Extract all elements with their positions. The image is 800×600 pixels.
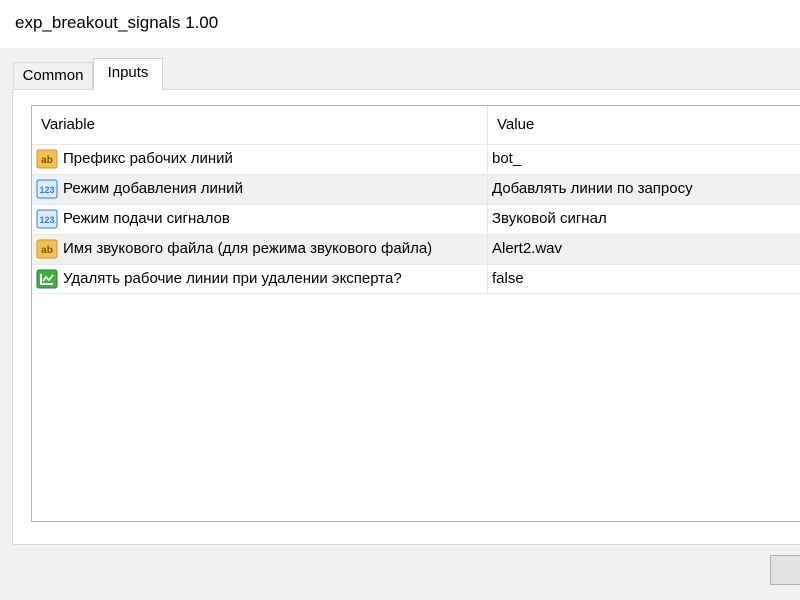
table-row[interactable]: Удалять рабочие линии при удалении экспе… bbox=[32, 264, 800, 294]
variable-cell: Удалять рабочие линии при удалении экспе… bbox=[32, 265, 487, 294]
table-row[interactable]: ab Имя звукового файла (для режима звуко… bbox=[32, 234, 800, 264]
column-header-value[interactable]: Value bbox=[487, 106, 800, 144]
table-row[interactable]: 123 Режим добавления линий Добавлять лин… bbox=[32, 174, 800, 204]
grid-header: Variable Value bbox=[32, 106, 800, 144]
inputs-grid: Variable Value ab Префикс рабочих линий … bbox=[31, 105, 800, 522]
variable-cell: ab Имя звукового файла (для режима звуко… bbox=[32, 235, 487, 264]
variable-cell: 123 Режим подачи сигналов bbox=[32, 205, 487, 234]
enum-type-icon: 123 bbox=[36, 179, 58, 199]
table-row[interactable]: 123 Режим подачи сигналов Звуковой сигна… bbox=[32, 204, 800, 234]
variable-name: Имя звукового файла (для режима звуковог… bbox=[63, 240, 433, 257]
value-cell[interactable]: bot_ bbox=[487, 145, 800, 174]
value-cell[interactable]: Alert2.wav bbox=[487, 235, 800, 264]
enum-type-icon: 123 bbox=[36, 209, 58, 229]
tab-common[interactable]: Common bbox=[13, 62, 93, 88]
dialog-button[interactable] bbox=[770, 555, 800, 585]
variable-cell: ab Префикс рабочих линий bbox=[32, 145, 487, 174]
variable-name: Режим добавления линий bbox=[63, 180, 243, 197]
variable-name: Режим подачи сигналов bbox=[63, 210, 230, 227]
title-bar: exp_breakout_signals 1.00 bbox=[0, 0, 800, 48]
svg-text:123: 123 bbox=[39, 185, 54, 195]
window-title: exp_breakout_signals 1.00 bbox=[15, 13, 219, 32]
value-cell[interactable]: Звуковой сигнал bbox=[487, 205, 800, 234]
svg-text:ab: ab bbox=[41, 245, 53, 256]
string-type-icon: ab bbox=[36, 239, 58, 259]
svg-text:123: 123 bbox=[39, 215, 54, 225]
string-type-icon: ab bbox=[36, 149, 58, 169]
table-row[interactable]: ab Префикс рабочих линий bot_ bbox=[32, 144, 800, 174]
tab-inputs[interactable]: Inputs bbox=[93, 58, 163, 90]
variable-cell: 123 Режим добавления линий bbox=[32, 175, 487, 204]
svg-text:ab: ab bbox=[41, 155, 53, 166]
column-header-variable[interactable]: Variable bbox=[32, 106, 487, 144]
dialog-client: Common Inputs Variable Value ab Префикс … bbox=[0, 48, 800, 600]
value-cell[interactable]: false bbox=[487, 265, 800, 294]
variable-name: Удалять рабочие линии при удалении экспе… bbox=[63, 270, 402, 287]
bool-type-icon bbox=[36, 269, 58, 289]
variable-name: Префикс рабочих линий bbox=[63, 150, 233, 167]
value-cell[interactable]: Добавлять линии по запросу bbox=[487, 175, 800, 204]
inputs-tab-panel: Variable Value ab Префикс рабочих линий … bbox=[12, 89, 800, 545]
